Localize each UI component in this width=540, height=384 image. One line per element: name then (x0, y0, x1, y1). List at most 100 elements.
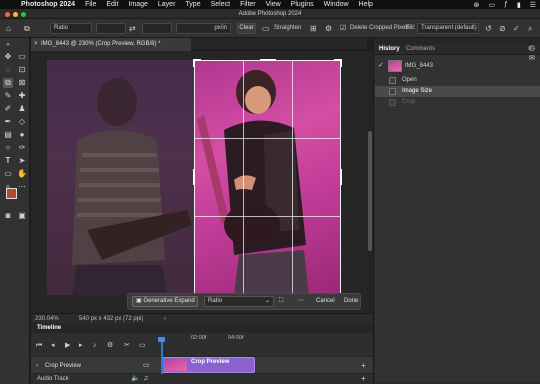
history-item[interactable]: Image Size (375, 86, 540, 97)
hand-tool-icon[interactable]: ✋ (17, 169, 27, 179)
add-audio-icon[interactable]: + (361, 374, 366, 384)
commit-crop-icon[interactable]: ✓ (513, 23, 520, 34)
foreground-color-swatch[interactable] (6, 188, 17, 199)
crop-handle-top-right[interactable] (340, 59, 342, 67)
aspect-swap-icon[interactable]: ⛶ (279, 296, 283, 307)
menu-image[interactable]: Image (128, 1, 147, 8)
object-selection-tool-icon[interactable]: ⊡ (17, 65, 27, 75)
menu-view[interactable]: View (266, 1, 281, 8)
pen-tool-icon[interactable]: ✑ (17, 143, 27, 153)
brush-tool-icon[interactable]: ✐ (3, 104, 13, 114)
straighten-icon[interactable]: ▭ (262, 23, 270, 34)
menu-edit[interactable]: Edit (106, 1, 118, 8)
crop-handle-left[interactable] (193, 169, 195, 185)
path-selection-tool-icon[interactable]: ➤ (17, 156, 27, 166)
history-item[interactable]: Crop (375, 97, 540, 108)
menu-layer[interactable]: Layer (158, 1, 176, 8)
blur-tool-icon[interactable]: ● (17, 130, 27, 140)
crop-box[interactable] (193, 59, 342, 295)
menu-help[interactable]: Help (359, 1, 373, 8)
zoom-window-icon[interactable] (21, 12, 26, 17)
crop-handle-top[interactable] (260, 59, 276, 61)
artboard-tool-icon[interactable]: ▭ (17, 52, 27, 62)
tab-history[interactable]: History (379, 44, 400, 54)
history-item[interactable]: Open (375, 75, 540, 86)
straighten-label[interactable]: Straighten (274, 23, 301, 34)
history-snapshot[interactable]: ✓ IMG_8443 (375, 59, 540, 73)
healing-brush-tool-icon[interactable]: ✚ (17, 91, 27, 101)
reset-icon[interactable]: ↺ (485, 23, 492, 34)
audio-track[interactable]: Audio Track 🔈 ♫ + (31, 374, 373, 384)
music-note-icon[interactable]: ♫ (143, 374, 148, 384)
type-tool-icon[interactable]: T (3, 156, 13, 166)
screen-mode-icon[interactable]: ▣ (17, 211, 27, 221)
transition-icon[interactable]: ▭ (139, 340, 146, 352)
move-tool-icon[interactable]: ✥ (3, 52, 13, 62)
width-field[interactable] (96, 23, 126, 34)
rectangle-tool-icon[interactable]: ▭ (3, 169, 13, 179)
add-media-icon[interactable]: + (361, 357, 366, 375)
close-tab-icon[interactable]: × (34, 38, 38, 51)
cancel-crop-icon[interactable]: ⊘ (499, 23, 506, 34)
menu-type[interactable]: Type (185, 1, 200, 8)
home-icon[interactable]: ⌂ (6, 23, 11, 34)
menu-file[interactable]: File (85, 1, 96, 8)
snapshot-source-icon[interactable]: ✓ (378, 61, 384, 69)
minimize-window-icon[interactable] (13, 12, 18, 17)
close-window-icon[interactable] (5, 12, 10, 17)
playhead[interactable] (161, 337, 163, 374)
next-frame-icon[interactable]: ▸ (79, 340, 83, 352)
figma-icon[interactable]: ƒ (504, 1, 508, 8)
eyedropper-tool-icon[interactable]: ✎ (3, 91, 13, 101)
play-icon[interactable]: ▶ (65, 340, 70, 352)
gradient-tool-icon[interactable]: ▤ (3, 130, 13, 140)
clear-button[interactable]: Clear (237, 23, 256, 34)
quick-mask-icon[interactable]: ◙ (3, 211, 13, 221)
more-tools-icon[interactable]: ⋯ (17, 182, 27, 192)
generative-expand-button[interactable]: ▣ Generative Expand (132, 296, 198, 307)
menu-app-name[interactable]: Photoshop 2024 (21, 1, 75, 8)
crop-tool-icon[interactable]: ⧉ (3, 78, 13, 88)
scroll-thumb[interactable] (368, 131, 372, 251)
overlay-grid-icon[interactable]: ⊞ (310, 23, 317, 34)
ratio-select[interactable]: Ratio (50, 23, 92, 34)
comments-panel-icon[interactable]: ✉ (529, 54, 535, 62)
first-frame-icon[interactable]: ⏮ (36, 340, 42, 352)
menu-plugins[interactable]: Plugins (291, 1, 314, 8)
height-field[interactable] (142, 23, 172, 34)
clone-stamp-tool-icon[interactable]: ♟ (17, 104, 27, 114)
delete-cropped-checkbox[interactable]: ☑ (340, 23, 346, 34)
crop-tool-preset-icon[interactable]: ⧉ (24, 23, 30, 34)
context-cancel-button[interactable]: Cancel (316, 296, 335, 307)
playhead-handle[interactable] (158, 337, 165, 342)
history-brush-tool-icon[interactable]: ✒ (3, 117, 13, 127)
timeline-title[interactable]: Timeline (37, 323, 61, 333)
collapse-tools-icon[interactable]: « (3, 40, 13, 50)
dodge-tool-icon[interactable]: ○ (3, 143, 13, 153)
search-icon[interactable]: ⌕ (528, 23, 532, 34)
expand-track-icon[interactable]: › (36, 357, 38, 375)
document-tab[interactable]: × IMG_8443 @ 230% (Crop Preview, RGB/8) … (31, 38, 191, 51)
battery-icon[interactable]: ▮ (517, 1, 521, 9)
audio-icon[interactable]: ♪ (93, 340, 97, 352)
more-options-icon[interactable]: ⋯ (298, 296, 304, 307)
timeline-clip[interactable]: Crop Preview (162, 357, 255, 373)
swap-dimensions-icon[interactable]: ⇄ (129, 23, 136, 34)
menu-select[interactable]: Select (211, 1, 230, 8)
control-center-icon[interactable]: ☰ (530, 1, 536, 9)
tab-comments[interactable]: Comments (406, 44, 435, 54)
context-done-button[interactable]: Done (344, 296, 358, 307)
eraser-tool-icon[interactable]: ◇ (17, 117, 27, 127)
previous-frame-icon[interactable]: ◂ (51, 340, 55, 352)
resolution-field[interactable]: px/in (176, 23, 231, 34)
track-options-icon[interactable]: ▭ (143, 357, 150, 375)
speaker-icon[interactable]: 🔈 (131, 374, 140, 384)
fill-select[interactable]: Transparent (default) (417, 23, 479, 34)
timeline-ruler[interactable]: 02:00f 04:00f (160, 335, 360, 344)
frame-tool-icon[interactable]: ⊠ (17, 78, 27, 88)
split-icon[interactable]: ✂ (124, 340, 130, 352)
menu-extra-icon[interactable]: ▭ (488, 1, 495, 9)
crop-handle-right[interactable] (340, 169, 342, 185)
context-ratio-select[interactable]: Ratio ⌄ (204, 296, 274, 307)
crop-handle-top-left[interactable] (193, 59, 195, 67)
